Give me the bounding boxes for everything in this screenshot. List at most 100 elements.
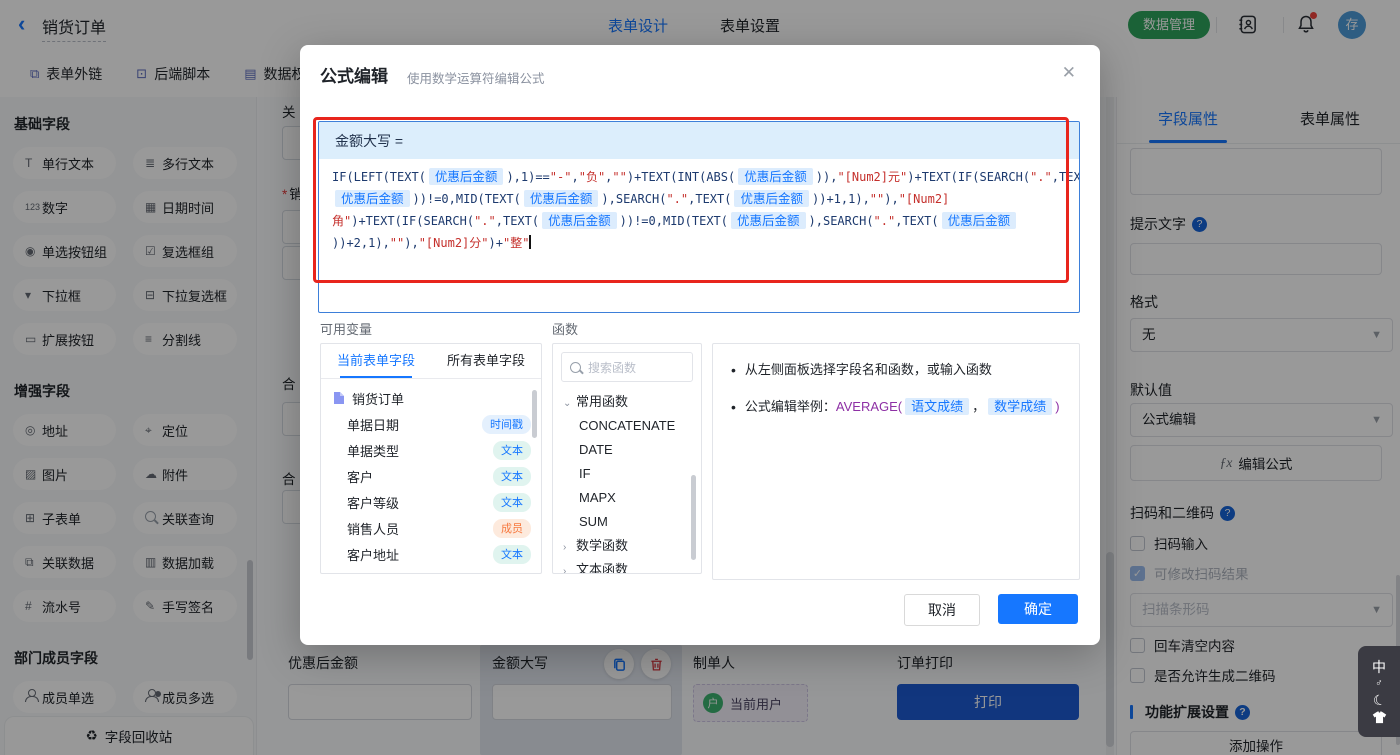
modal-subtitle: 使用数学运算符编辑公式 (407, 72, 545, 86)
form-root-row[interactable]: 销货订单 (321, 385, 541, 411)
theme-shirt-icon[interactable] (1371, 710, 1388, 724)
variable-row[interactable]: 单据类型 文本 (321, 437, 541, 463)
search-icon (570, 361, 581, 373)
variables-section-label: 可用变量 (320, 322, 373, 337)
code-token: ,TEXT( (1051, 170, 1080, 184)
field-token[interactable]: 优惠后金额 (941, 212, 1017, 229)
string-token: "" (869, 192, 885, 206)
translate-icon[interactable]: 中 (1372, 659, 1386, 675)
code-token: )+TEXT(IF(SEARCH( (907, 170, 1031, 184)
string-token: 角" (332, 214, 352, 228)
fn-item-DATE[interactable]: DATE (553, 438, 701, 462)
modal-title: 公式编辑 (320, 67, 388, 86)
code-token: )+TEXT(IF(SEARCH( (351, 214, 475, 228)
bullet: • (731, 399, 736, 415)
functions-section-label: 函数 (552, 322, 579, 337)
function-group-collapsed[interactable]: › 数学函数 (553, 534, 701, 558)
functions-panel: 搜索函数 ⌄ 常用函数 CONCATENATE DATE IF MAPX SUM › 数学函数 ›… (552, 343, 702, 574)
tip-line: • 从左侧面板选择字段名和函数，或输入函数 (731, 362, 992, 378)
function-group-expanded[interactable]: ⌄ 常用函数 (553, 390, 701, 414)
string-token: "负" (578, 170, 606, 184)
code-token: ),SEARCH( (808, 214, 874, 228)
tab-current-form-fields[interactable]: 当前表单字段 (321, 344, 431, 378)
field-token[interactable]: 优惠后金额 (523, 190, 599, 207)
function-group-label: 常用函数 (576, 394, 629, 409)
formula-line: IF(LEFT(TEXT(优惠后金额),1)=="-","负","")+TEXT… (332, 166, 1079, 188)
browser-extension-widget[interactable]: 中 ♂ ☾ (1358, 646, 1400, 737)
variable-name: 单据类型 (347, 443, 400, 459)
fn-item-CONCATENATE[interactable]: CONCATENATE (553, 414, 701, 438)
variable-name: 单据日期 (347, 417, 400, 433)
cancel-button[interactable]: 取消 (904, 594, 980, 626)
field-token[interactable]: 优惠后金额 (734, 190, 809, 207)
formula-target-label: 金额大写 = (319, 122, 1079, 159)
fn-item-MAPX[interactable]: MAPX (553, 486, 701, 510)
code-token: ))+1,1), (812, 192, 870, 206)
code-token: IF(LEFT(TEXT( (332, 170, 426, 184)
field-token[interactable]: 优惠后金额 (335, 190, 410, 207)
variable-row[interactable]: 客户地址 文本 (321, 541, 541, 567)
string-token: "[Num2]分" (418, 236, 489, 250)
dark-mode-icon[interactable]: ☾ (1371, 690, 1387, 709)
code-token: ),SEARCH( (601, 192, 667, 206)
code-token: ))+2,1), (332, 236, 390, 250)
string-token: "" (389, 236, 405, 250)
text-cursor (529, 235, 531, 249)
field-token[interactable]: 优惠后金额 (428, 168, 504, 185)
variable-row[interactable]: 单据日期 时间戳 (321, 411, 541, 437)
code-token: )+TEXT(INT(ABS( (626, 170, 736, 184)
variable-row[interactable]: 客户 文本 (321, 463, 541, 489)
code-token: ))!=0,MID(TEXT( (619, 214, 728, 228)
search-placeholder: 搜索函数 (588, 360, 637, 375)
variable-name: 客户 (347, 469, 374, 485)
variables-panel: 当前表单字段 所有表单字段 销货订单 单据日期 时间戳 单据类型 文本 客户 文本 客户等级文… (320, 343, 542, 574)
field-token[interactable]: 优惠后金额 (542, 212, 617, 229)
formula-edit-modal: 公式编辑 使用数学运算符编辑公式 ✕ 金额大写 = IF(LEFT(TEXT(优… (300, 45, 1100, 645)
variable-name: 客户地址 (347, 547, 400, 563)
string-token: "整" (502, 236, 530, 250)
bullet: • (731, 362, 736, 378)
fn-item-SUM[interactable]: SUM (553, 510, 701, 534)
string-token: "-" (549, 170, 572, 184)
string-token: "." (474, 214, 496, 228)
form-file-icon (334, 392, 344, 404)
tab-all-form-fields[interactable]: 所有表单字段 (431, 344, 541, 378)
variable-type-badge: 文本 (493, 544, 531, 564)
string-token: "." (666, 192, 689, 206)
code-token: )+ (488, 236, 503, 250)
code-token: )), (815, 170, 838, 184)
example-field-chip: 语文成绩 (905, 398, 970, 415)
formula-line: ))+2,1),""),"[Num2]分")+"整" (332, 232, 1066, 254)
tips-panel: • 从左侧面板选择字段名和函数，或输入函数 • 公式编辑举例：AVERAGE(语… (712, 343, 1080, 580)
variable-row[interactable]: 客户等级 文本 (321, 489, 541, 515)
formula-line: 角")+TEXT(IF(SEARCH(".",TEXT(优惠后金额))!=0,M… (332, 210, 1066, 232)
variable-type-badge: 文本 (493, 440, 531, 460)
string-token: "" (612, 170, 627, 184)
code-token: , (571, 170, 579, 184)
field-token[interactable]: 优惠后金额 (731, 212, 806, 229)
function-search-input[interactable]: 搜索函数 (561, 352, 693, 382)
confirm-button[interactable]: 确定 (998, 594, 1078, 624)
functions-scrollbar-thumb[interactable] (691, 475, 696, 560)
variable-type-badge: 成员 (493, 518, 531, 538)
close-icon[interactable]: ✕ (1062, 63, 1076, 83)
string-token: "[Num2]元" (837, 170, 908, 184)
variable-name: 销售人员 (347, 521, 400, 537)
variables-scrollbar-thumb[interactable] (532, 390, 537, 438)
code-token: ), (404, 236, 419, 250)
variables-tabs: 当前表单字段 所有表单字段 (321, 344, 541, 379)
field-token[interactable]: 优惠后金额 (738, 168, 813, 185)
pinyin-icon[interactable]: ♂ (1375, 678, 1383, 689)
variable-name: 客户等级 (347, 495, 400, 511)
function-group-collapsed[interactable]: › 文本函数 (553, 558, 701, 574)
fn-item-IF[interactable]: IF (553, 462, 701, 486)
function-group-label: 数学函数 (576, 538, 629, 553)
variable-type-badge: 时间戳 (482, 414, 531, 434)
formula-editor[interactable]: 金额大写 = IF(LEFT(TEXT(优惠后金额),1)=="-","负","… (318, 121, 1080, 313)
variable-row[interactable]: 销售人员 成员 (321, 515, 541, 541)
code-token: ))!=0,MID(TEXT( (412, 192, 521, 206)
string-token: "[Num2] (898, 192, 950, 206)
function-group-label: 文本函数 (576, 562, 629, 574)
code-token: ),1)== (506, 170, 550, 184)
variable-type-badge: 文本 (493, 492, 531, 512)
